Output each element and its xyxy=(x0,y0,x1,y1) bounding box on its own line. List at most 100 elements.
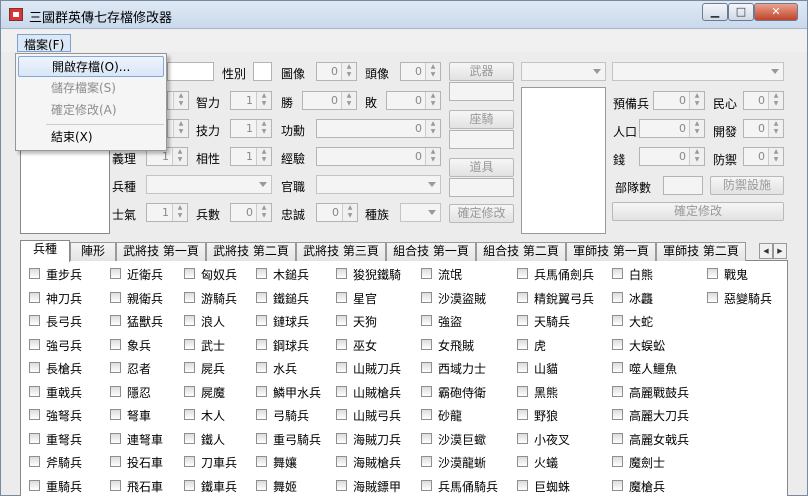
tab-6[interactable]: 組合技 第二頁 xyxy=(476,242,566,261)
soldier-checkbox[interactable]: 海賊槍兵 xyxy=(336,453,426,470)
gender-field[interactable] xyxy=(253,62,272,81)
popularity-spinner[interactable]: 0 ▲ ▼ xyxy=(743,91,784,110)
checkbox-box[interactable] xyxy=(336,385,347,397)
tab-1[interactable]: 陣形 xyxy=(70,242,116,261)
checkbox-box[interactable] xyxy=(612,291,623,303)
checkbox-box[interactable] xyxy=(517,479,528,491)
soldier-checkbox[interactable]: 山賊刀兵 xyxy=(336,359,426,376)
tab-5[interactable]: 組合技 第一頁 xyxy=(386,242,476,261)
soldier-checkbox[interactable]: 霸砲侍衛 xyxy=(421,383,511,400)
money-spinner[interactable]: 0 ▲ ▼ xyxy=(639,147,705,166)
weapon-button[interactable]: 武器 xyxy=(449,62,514,81)
soldier-checkbox[interactable]: 巫女 xyxy=(336,336,426,353)
population-spinner[interactable]: 0 ▲ ▼ xyxy=(639,119,705,138)
soldier-checkbox[interactable]: 流氓 xyxy=(421,265,511,282)
tab-2[interactable]: 武將技 第一頁 xyxy=(116,242,206,261)
checkbox-box[interactable] xyxy=(29,409,40,420)
morale-spinner[interactable]: 1 ▲ ▼ xyxy=(146,203,188,222)
name-field[interactable] xyxy=(167,62,214,81)
head-spinner[interactable]: 0 ▲ ▼ xyxy=(400,62,441,81)
soldier-checkbox[interactable]: 沙漠巨蠍 xyxy=(421,430,511,447)
soldier-checkbox[interactable]: 鐵鎚兵 xyxy=(256,289,346,306)
soldier-checkbox[interactable]: 高麗女戟兵 xyxy=(612,430,702,447)
soldier-checkbox[interactable]: 沙漠龍蜥 xyxy=(421,453,511,470)
soldier-checkbox[interactable]: 魔劍士 xyxy=(612,453,702,470)
checkbox-box[interactable] xyxy=(184,385,195,397)
checkbox-box[interactable] xyxy=(29,362,40,373)
soldier-checkbox[interactable]: 巨蜘蛛 xyxy=(517,477,607,494)
tab-0[interactable]: 兵種 xyxy=(20,240,70,262)
soldier-checkbox[interactable]: 冰龘 xyxy=(612,289,702,306)
checkbox-box[interactable] xyxy=(110,456,121,467)
soldier-checkbox[interactable]: 大蛇 xyxy=(612,312,702,329)
soldier-checkbox[interactable]: 木鎚兵 xyxy=(256,265,346,282)
soldier-checkbox[interactable]: 鱗甲水兵 xyxy=(256,383,346,400)
soldier-checkbox[interactable]: 強弩兵 xyxy=(29,406,119,423)
checkbox-box[interactable] xyxy=(612,479,623,491)
soldier-checkbox[interactable]: 星官 xyxy=(336,289,426,306)
reserve-spinner[interactable]: 0 ▲ ▼ xyxy=(653,91,705,110)
soldier-checkbox[interactable]: 高麗大刀兵 xyxy=(612,406,702,423)
checkbox-box[interactable] xyxy=(421,385,432,397)
soldier-checkbox[interactable]: 鋼球兵 xyxy=(256,336,346,353)
soldier-checkbox[interactable]: 天騎兵 xyxy=(517,312,607,329)
confirm-modify-button[interactable]: 確定修改 xyxy=(449,204,514,223)
soldier-checkbox[interactable]: 重戟兵 xyxy=(29,383,119,400)
soldier-checkbox[interactable]: 舞孃 xyxy=(256,453,346,470)
soldier-checkbox[interactable]: 高麗戰鼓兵 xyxy=(612,383,702,400)
soldier-checkbox[interactable]: 斧騎兵 xyxy=(29,453,119,470)
troops-spinner[interactable]: 0 ▲ ▼ xyxy=(230,203,272,222)
soldier-checkbox[interactable]: 兵馬俑劍兵 xyxy=(517,265,607,282)
item-button[interactable]: 道具 xyxy=(449,158,514,177)
soldier-checkbox[interactable]: 山賊槍兵 xyxy=(336,383,426,400)
checkbox-box[interactable] xyxy=(110,291,121,303)
soldier-checkbox[interactable]: 海賊鏢甲 xyxy=(336,477,426,494)
general-list[interactable] xyxy=(521,87,606,234)
soldier-checkbox[interactable]: 重弩兵 xyxy=(29,430,119,447)
maximize-button[interactable]: □ xyxy=(728,3,754,21)
soldier-checkbox[interactable]: 兵馬俑騎兵 xyxy=(421,477,511,494)
checkbox-box[interactable] xyxy=(29,456,40,467)
soldier-checkbox[interactable]: 小夜叉 xyxy=(517,430,607,447)
soldier-checkbox[interactable]: 重步兵 xyxy=(29,265,119,282)
checkbox-box[interactable] xyxy=(517,409,528,420)
soldier-checkbox[interactable]: 火蟻 xyxy=(517,453,607,470)
checkbox-box[interactable] xyxy=(336,409,347,420)
soldier-checkbox[interactable]: 山貓 xyxy=(517,359,607,376)
soldier-checkbox[interactable]: 噬人鱷魚 xyxy=(612,359,702,376)
checkbox-box[interactable] xyxy=(336,268,347,279)
merit-spinner[interactable]: 0 ▲ ▼ xyxy=(316,119,441,138)
checkbox-box[interactable] xyxy=(256,362,267,373)
soldier-checkbox[interactable]: 強弓兵 xyxy=(29,336,119,353)
tab-scroll-left[interactable]: ◀ xyxy=(759,243,773,259)
checkbox-box[interactable] xyxy=(184,268,195,279)
soldier-checkbox[interactable]: 山賊弓兵 xyxy=(336,406,426,423)
soldier-checkbox[interactable]: 海賊刀兵 xyxy=(336,430,426,447)
checkbox-box[interactable] xyxy=(517,432,528,444)
exp-spinner[interactable]: 0 ▲ ▼ xyxy=(316,147,441,166)
checkbox-box[interactable] xyxy=(707,268,718,279)
checkbox-box[interactable] xyxy=(256,338,267,350)
soldier-checkbox[interactable]: 西域力士 xyxy=(421,359,511,376)
checkbox-box[interactable] xyxy=(612,456,623,467)
tab-8[interactable]: 軍師技 第二頁 xyxy=(656,242,746,261)
soldier-checkbox[interactable]: 野狼 xyxy=(517,406,607,423)
checkbox-box[interactable] xyxy=(336,432,347,444)
soldier-checkbox[interactable]: 黑熊 xyxy=(517,383,607,400)
checkbox-box[interactable] xyxy=(256,315,267,326)
soldier-checkbox[interactable]: 女飛賊 xyxy=(421,336,511,353)
checkbox-box[interactable] xyxy=(517,338,528,350)
checkbox-box[interactable] xyxy=(184,338,195,350)
close-button[interactable]: ✕ xyxy=(754,3,798,21)
checkbox-box[interactable] xyxy=(184,315,195,326)
loyalty-spinner[interactable]: 0 ▲ ▼ xyxy=(316,203,358,222)
checkbox-box[interactable] xyxy=(517,291,528,303)
soldier-checkbox[interactable]: 白熊 xyxy=(612,265,702,282)
tab-scroll-right[interactable]: ▶ xyxy=(773,243,787,259)
soldier-checkbox[interactable]: 魔槍兵 xyxy=(612,477,702,494)
checkbox-box[interactable] xyxy=(517,362,528,373)
checkbox-box[interactable] xyxy=(707,291,718,303)
general-select-dropdown[interactable] xyxy=(521,62,606,81)
checkbox-box[interactable] xyxy=(184,291,195,303)
soldier-checkbox[interactable]: 沙漠盜賊 xyxy=(421,289,511,306)
